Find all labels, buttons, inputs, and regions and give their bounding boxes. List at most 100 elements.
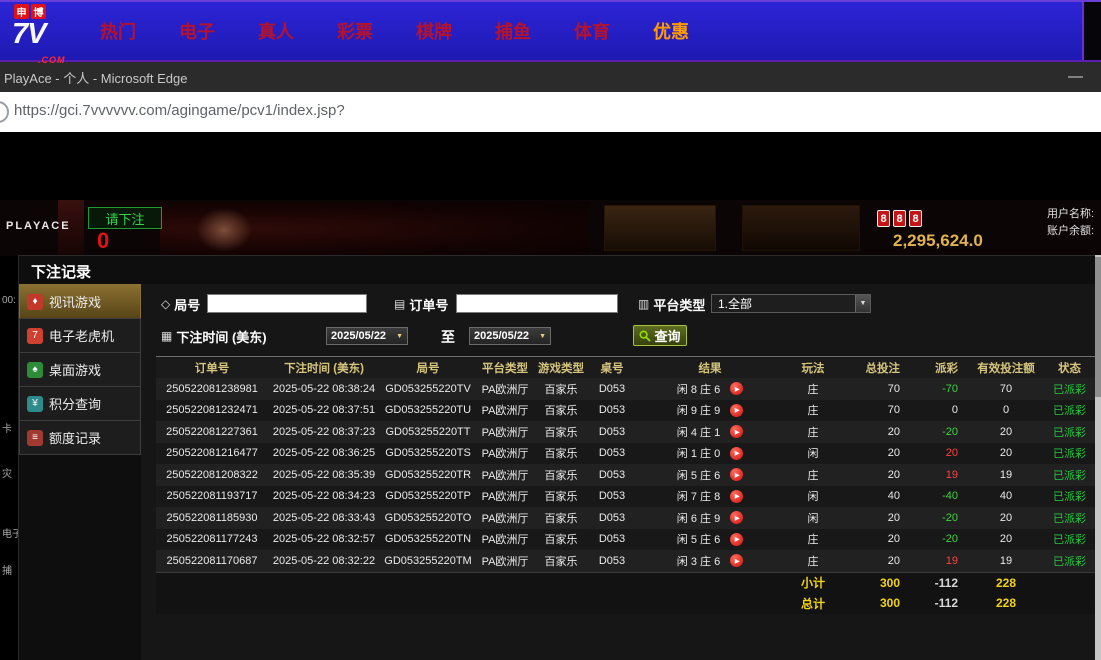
- address-bar[interactable]: https://gci.7vvvvvv.com/agingame/pcv1/in…: [0, 92, 1101, 132]
- logo-badge: 博: [31, 4, 46, 19]
- table-row: 2505220812273612025-05-22 08:37:23GD0532…: [156, 421, 1097, 443]
- credit-records-icon: ≡: [27, 430, 43, 446]
- replay-button[interactable]: ▶: [730, 425, 743, 438]
- column-header: 桌号: [588, 357, 636, 378]
- platform-select-value: 1.全部: [718, 295, 752, 312]
- table-body: 2505220812389812025-05-22 08:38:24GD0532…: [156, 378, 1097, 614]
- platform-filter-label: ▥ 平台类型: [638, 294, 705, 314]
- nav-item[interactable]: 电子: [179, 18, 215, 44]
- result-text: 闲 9 庄 9: [677, 402, 720, 418]
- sidebar-item-label: 视讯游戏: [49, 292, 101, 311]
- search-button[interactable]: 查询: [633, 325, 687, 346]
- bet-records-modal: 下注记录 ♦视讯游戏7电子老虎机♠桌面游戏¥积分查询≡额度记录 ◇ 局号 ▤ 订…: [18, 255, 1101, 660]
- site-logo[interactable]: 申 博 7V.COM: [12, 4, 94, 60]
- replay-button[interactable]: ▶: [730, 447, 743, 460]
- nav-item[interactable]: 优惠: [653, 18, 689, 44]
- sidebar-item[interactable]: 7电子老虎机: [19, 318, 141, 353]
- round-input[interactable]: [207, 294, 367, 313]
- table-row: 2505220812389812025-05-22 08:38:24GD0532…: [156, 378, 1097, 400]
- subtotal-label: 小计: [784, 573, 842, 593]
- background-fragment: 电子: [2, 525, 18, 540]
- calendar-icon: ▦: [161, 329, 172, 343]
- date-to-value: 2025/05/22: [474, 330, 529, 342]
- subtotal-bet: 300: [842, 573, 912, 593]
- slot-machine-icon: 7: [27, 328, 43, 344]
- table-row: 2505220812324712025-05-22 08:37:51GD0532…: [156, 400, 1097, 422]
- nav-item[interactable]: 棋牌: [416, 18, 452, 44]
- order-filter-label: ▤ 订单号: [394, 294, 448, 314]
- nav-item[interactable]: 体育: [574, 18, 610, 44]
- background-fragment: 灾: [2, 465, 18, 480]
- nav-item[interactable]: 捕鱼: [495, 18, 531, 44]
- game-background: PLAYACE 请下注 0 8 8 8 2,295,624.0 用户名称: 账户…: [0, 200, 1101, 256]
- total-payout: -112: [912, 593, 970, 614]
- sidebar-item[interactable]: ♠桌面游戏: [19, 352, 141, 387]
- total-label: 总计: [784, 593, 842, 614]
- card: 8: [893, 210, 906, 227]
- date-from-select[interactable]: 2025/05/22 ▼: [326, 327, 408, 345]
- round-filter-label: ◇ 局号: [161, 294, 200, 314]
- replay-button[interactable]: ▶: [730, 468, 743, 481]
- total-valid: 228: [970, 593, 1042, 614]
- search-button-label: 查询: [654, 326, 680, 345]
- result-text: 闲 5 庄 6: [677, 467, 720, 483]
- decor: [742, 205, 860, 251]
- filter-label: 局号: [174, 295, 200, 314]
- date-to-select[interactable]: 2025/05/22 ▼: [469, 327, 551, 345]
- replay-button[interactable]: ▶: [730, 382, 743, 395]
- search-icon: [639, 330, 651, 342]
- left-edge-fragments: 00:卡灾电子捕: [0, 0, 18, 660]
- replay-button[interactable]: ▶: [730, 554, 743, 567]
- window-corner: [1082, 2, 1101, 60]
- filter-label: 订单号: [409, 295, 448, 314]
- replay-button[interactable]: ▶: [730, 490, 743, 503]
- date-from-value: 2025/05/22: [331, 330, 386, 342]
- filter-label: 下注时间 (美东): [176, 327, 266, 346]
- replay-button[interactable]: ▶: [730, 404, 743, 417]
- nav-menu: 热门 电子 真人 彩票 棋牌 捕鱼 体育 优惠: [100, 2, 689, 60]
- column-header: 派彩: [912, 357, 970, 378]
- window-titlebar: PlayAce - 个人 - Microsoft Edge —: [0, 62, 1101, 92]
- nav-item[interactable]: 真人: [258, 18, 294, 44]
- column-header: 平台类型: [476, 357, 534, 378]
- result-text: 闲 6 庄 9: [677, 510, 720, 526]
- logo-suffix: .COM: [38, 46, 94, 74]
- modal-sidebar: ♦ 视讯游戏 7电子老虎机♠桌面游戏¥积分查询 ≡ 额度记录: [19, 285, 141, 455]
- logo-brand: 7V.COM: [12, 20, 94, 74]
- bet-prompt: 请下注: [88, 207, 162, 229]
- video-games-icon: ♦: [27, 294, 43, 310]
- result-text: 闲 4 庄 1: [677, 424, 720, 440]
- nav-item[interactable]: 彩票: [337, 18, 373, 44]
- replay-button[interactable]: ▶: [730, 533, 743, 546]
- sidebar-item[interactable]: ♦ 视讯游戏: [19, 284, 141, 319]
- result-text: 闲 1 庄 0: [677, 445, 720, 461]
- table-header: 订单号下注时间 (美东)局号平台类型游戏类型桌号结果玩法总投注派彩有效投注额状态: [156, 356, 1097, 378]
- game-cards: 8 8 8: [877, 210, 922, 227]
- order-input[interactable]: [456, 294, 618, 313]
- platform-select[interactable]: 1.全部 ▼: [711, 294, 871, 313]
- countdown-value: 0: [97, 228, 109, 254]
- column-header: 状态: [1042, 357, 1097, 378]
- nav-item[interactable]: 热门: [100, 18, 136, 44]
- column-header: 总投注: [842, 357, 912, 378]
- background-fragment: 00:: [2, 295, 18, 306]
- modal-content: ◇ 局号 ▤ 订单号 ▥ 平台类型 1.全部 ▼ ▦ 下注时间 (美东): [141, 284, 1101, 660]
- balance-amount: 2,295,624.0: [893, 231, 983, 251]
- sidebar-item[interactable]: ¥积分查询: [19, 386, 141, 421]
- minimize-button[interactable]: —: [1068, 72, 1083, 82]
- chevron-down-icon: ▼: [855, 295, 870, 312]
- list-icon: ▥: [638, 297, 649, 311]
- result-text: 闲 3 庄 6: [677, 553, 720, 569]
- document-icon: ▤: [394, 297, 405, 311]
- result-text: 闲 7 庄 8: [677, 488, 720, 504]
- username-label: 用户名称:: [1047, 205, 1094, 221]
- result-text: 闲 5 庄 6: [677, 531, 720, 547]
- replay-button[interactable]: ▶: [730, 511, 743, 524]
- to-label: 至: [441, 327, 455, 347]
- sidebar-item[interactable]: ≡ 额度记录: [19, 420, 141, 455]
- scrollbar[interactable]: [1095, 255, 1101, 660]
- sidebar-item-label: 额度记录: [49, 428, 101, 447]
- card: 8: [877, 210, 890, 227]
- scrollbar-thumb[interactable]: [1095, 257, 1101, 397]
- sidebar-item-label: 桌面游戏: [49, 360, 101, 379]
